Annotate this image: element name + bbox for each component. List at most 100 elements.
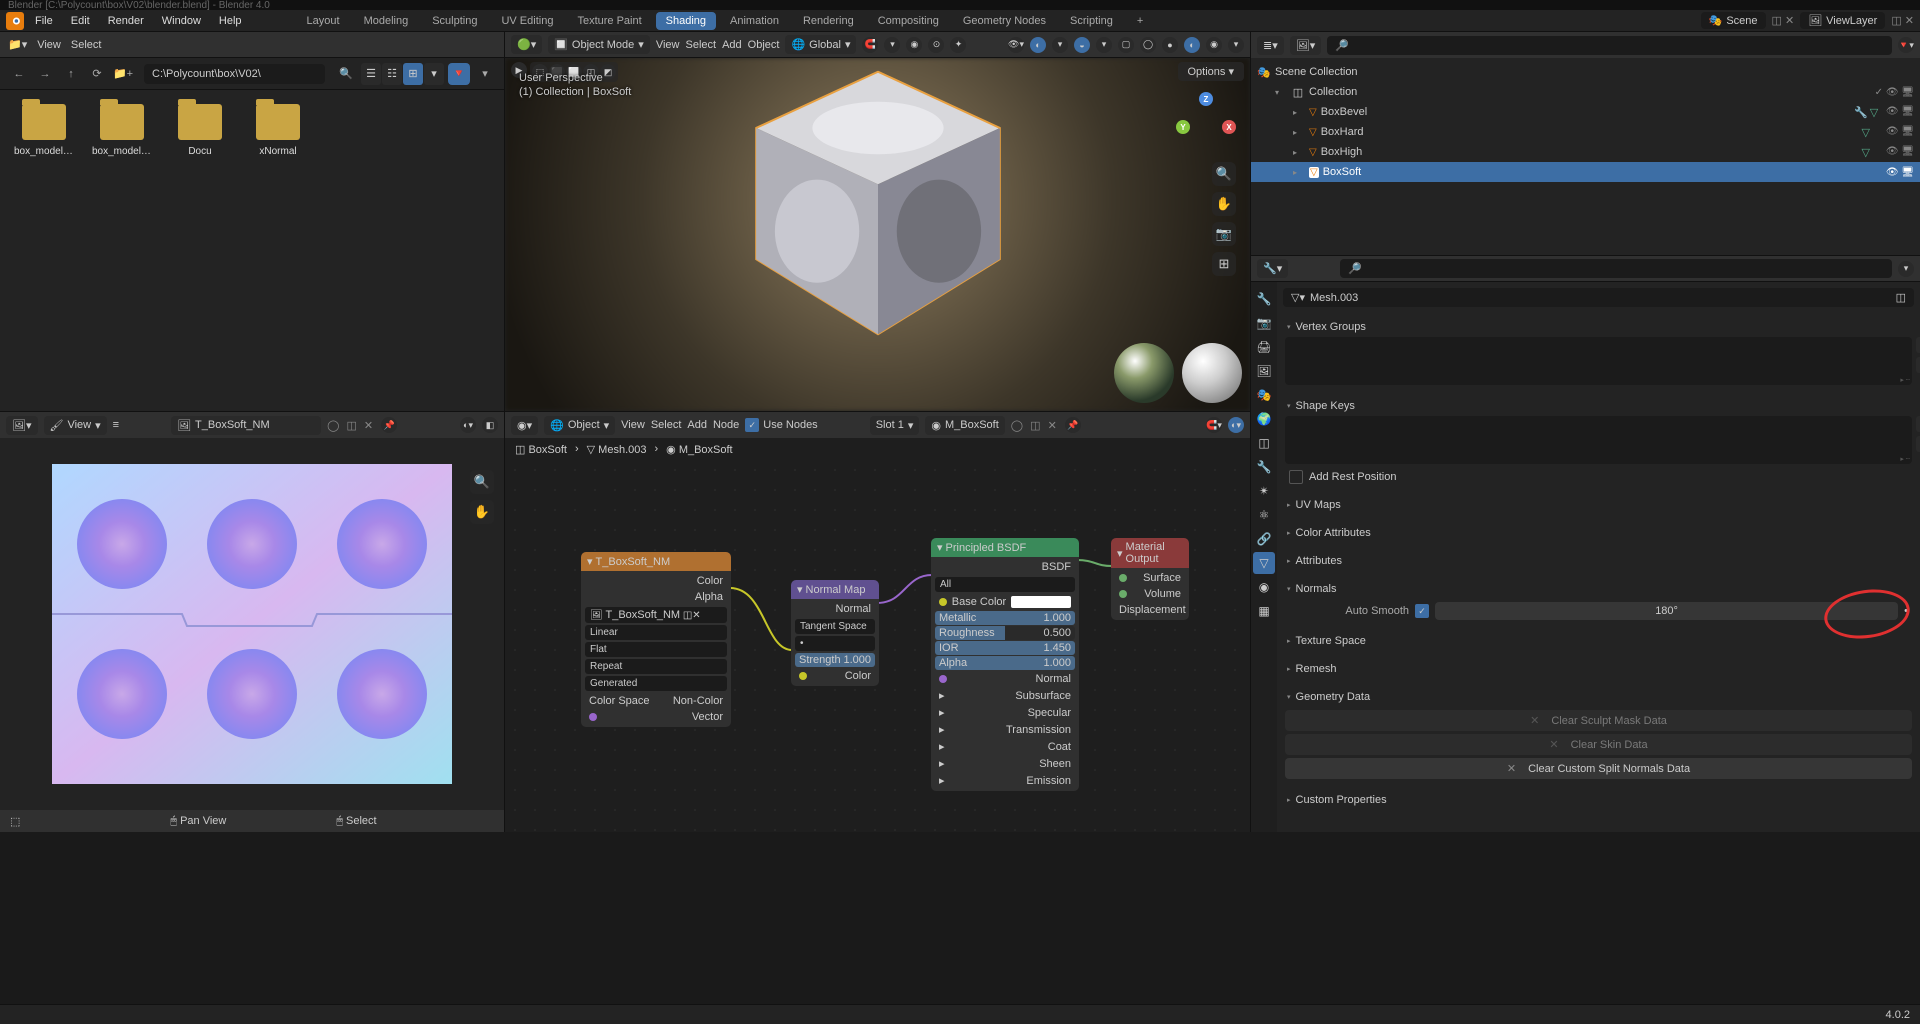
shade-dd[interactable]: ▾ [1228,37,1244,53]
vp-menu[interactable]: Add [722,39,742,51]
vertex-groups-list[interactable]: + ▾ ▸ ┄ [1285,337,1912,385]
add-icon[interactable]: + [1916,337,1920,353]
src-field[interactable]: Generated [585,676,727,691]
shade-solid-icon[interactable]: ● [1162,37,1178,53]
ior-slider[interactable]: IOR1.450 [935,641,1075,655]
matcap-sphere-icon[interactable] [1182,343,1242,403]
menu-window[interactable]: Window [155,13,208,29]
viewport-3d[interactable]: 🟢▾ 🔲Object Mode▾ View Select Add Object … [505,32,1250,412]
fb-menu-view[interactable]: View [37,39,61,51]
persp-icon[interactable]: ⊞ [1212,252,1236,276]
orient-selector[interactable]: 🌐Global▾ [785,35,856,54]
node-normal-map[interactable]: ▾Normal Map Normal Tangent Space • Stren… [791,580,879,686]
area-type-icon[interactable]: ◉▾ [511,416,538,435]
menu-render[interactable]: Render [101,13,151,29]
workspace-tab[interactable]: Scripting [1060,12,1123,30]
panel-header[interactable]: ▸Attributes [1285,551,1912,571]
pan-icon[interactable]: ✋ [1212,192,1236,216]
outliner-row[interactable]: ▸▽BoxHard▽ 👁 🖥 [1251,122,1920,142]
image-canvas[interactable]: 🔍 ✋ [0,438,504,810]
img-selector[interactable]: 🖼T_BoxSoft_NM [171,416,321,435]
area-type-icon[interactable]: 🖼▾ [6,416,38,435]
node-principled-bsdf[interactable]: ▾Principled BSDF BSDF All Base Color Met… [931,538,1079,791]
filter-dd-icon[interactable]: ▾ [474,63,496,85]
material-selector[interactable]: ◉ M_BoxSoft [925,416,1004,435]
panel-header[interactable]: ▾Shape Keys [1285,396,1912,416]
panel-header[interactable]: ▾Vertex Groups [1285,317,1912,337]
propedit-icon[interactable]: ◉ [906,37,922,53]
visibility-icon[interactable]: 👁▾ [1008,37,1024,53]
panel-header[interactable]: ▾Geometry Data [1285,687,1912,707]
ne-menu[interactable]: Add [687,419,707,431]
node-material-output[interactable]: ▾Material Output Surface Volume Displace… [1111,538,1189,620]
shade-matprev-icon[interactable]: ◐ [1184,37,1200,53]
shader-editor-panel[interactable]: ◉▾ 🌐 Object ▾ View Select Add Node ✓Use … [505,412,1250,832]
overlay-icon[interactable]: ◐▾ [1228,417,1244,433]
proptab-output-icon[interactable]: 🖨 [1253,336,1275,358]
panel-header[interactable]: ▾Normals [1285,579,1912,599]
vp-menu[interactable]: Select [685,39,716,51]
shade-wire-icon[interactable]: ◯ [1140,37,1156,53]
dist-field[interactable]: All [935,577,1075,592]
scene-selector[interactable]: 🎭Scene [1701,12,1766,29]
outliner-row[interactable]: ▸▽BoxHigh▽ 👁 🖥 [1251,142,1920,162]
props-search[interactable]: 🔎 [1340,259,1892,278]
strength-slider[interactable]: Strength1.000 [795,653,875,667]
panel-header[interactable]: ▸Remesh [1285,659,1912,679]
image-field[interactable]: 🖼 T_BoxSoft_NM ◫✕ [585,607,727,623]
axis-y-icon[interactable]: Y [1176,120,1190,134]
mesh-selector[interactable]: ▽▾Mesh.003◫ [1283,288,1914,307]
filter-icon[interactable]: 🔻▾ [1898,37,1914,53]
pan-icon[interactable]: ✋ [470,500,494,524]
opts-icon[interactable]: ▾ [1916,436,1920,452]
nav-back-icon[interactable]: ← [8,63,30,85]
zoom-icon[interactable]: 🔍 [470,470,494,494]
shade-render-icon[interactable]: ◉ [1206,37,1222,53]
proptab-mesh-icon[interactable]: ▽ [1253,552,1275,574]
folder-item[interactable]: box_models... [92,104,152,157]
overlay-dd[interactable]: ▾ [1096,37,1112,53]
vp-menu[interactable]: Object [748,39,780,51]
rest-pos-checkbox[interactable] [1289,470,1303,484]
display-mode[interactable]: 🖼▾ [1290,36,1322,55]
proptab-particle-icon[interactable]: ✴ [1253,480,1275,502]
pin-icon[interactable]: 📌 [1065,417,1081,433]
snap-icon[interactable]: 🧲▾ [1206,417,1222,433]
img-mode[interactable]: 🖌 View ▾ [44,416,107,435]
panel-header[interactable]: ▸Custom Properties [1285,790,1912,810]
outliner-row[interactable]: 🎭Scene Collection [1251,62,1920,82]
misc-icon[interactable]: ✦ [950,37,966,53]
workspace-tab[interactable]: Animation [720,12,789,30]
menu-file[interactable]: File [28,13,60,29]
proptab-constraint-icon[interactable]: 🔗 [1253,528,1275,550]
nav-up-icon[interactable]: ↑ [60,63,82,85]
menu-edit[interactable]: Edit [64,13,97,29]
nav-newfolder-icon[interactable]: 📁+ [112,63,134,85]
img-actions[interactable]: ◯ ◫ ✕ [327,419,375,432]
slot-selector[interactable]: Slot 1 ▾ [870,416,920,435]
folder-item[interactable]: box_models... [14,104,74,157]
auto-smooth-checkbox[interactable]: ✓ [1415,604,1429,618]
nav-fwd-icon[interactable]: → [34,63,56,85]
fb-menu-select[interactable]: Select [71,39,102,51]
viewport-options[interactable]: Options ▾ [1178,62,1245,81]
path-input[interactable]: C:\Polycount\box\V02\ [144,64,325,84]
proptab-texture-icon[interactable]: ▦ [1253,600,1275,622]
folder-item[interactable]: xNormal [248,104,308,157]
workspace-tab[interactable]: Layout [297,12,350,30]
proptab-render-icon[interactable]: 📷 [1253,312,1275,334]
proptab-physics-icon[interactable]: ⚛ [1253,504,1275,526]
clear-skin-button[interactable]: ✕Clear Skin Data [1285,734,1912,755]
vp-menu[interactable]: View [656,39,680,51]
filter-icon[interactable]: 🔻 [448,63,470,85]
space-field[interactable]: Tangent Space [795,619,875,634]
workspace-tab[interactable]: Modeling [354,12,419,30]
snap-dd-icon[interactable]: ▾ [884,37,900,53]
add-workspace-icon[interactable]: + [1127,12,1153,30]
ne-menu[interactable]: Select [651,419,682,431]
roughness-slider[interactable]: Roughness0.500 [935,626,1075,640]
snap-icon[interactable]: 🧲 [862,37,878,53]
overlay-icon[interactable]: ◐▾ [460,417,476,433]
xray-icon[interactable]: ▢ [1118,37,1134,53]
view-sort-icon[interactable]: ▾ [424,63,444,85]
